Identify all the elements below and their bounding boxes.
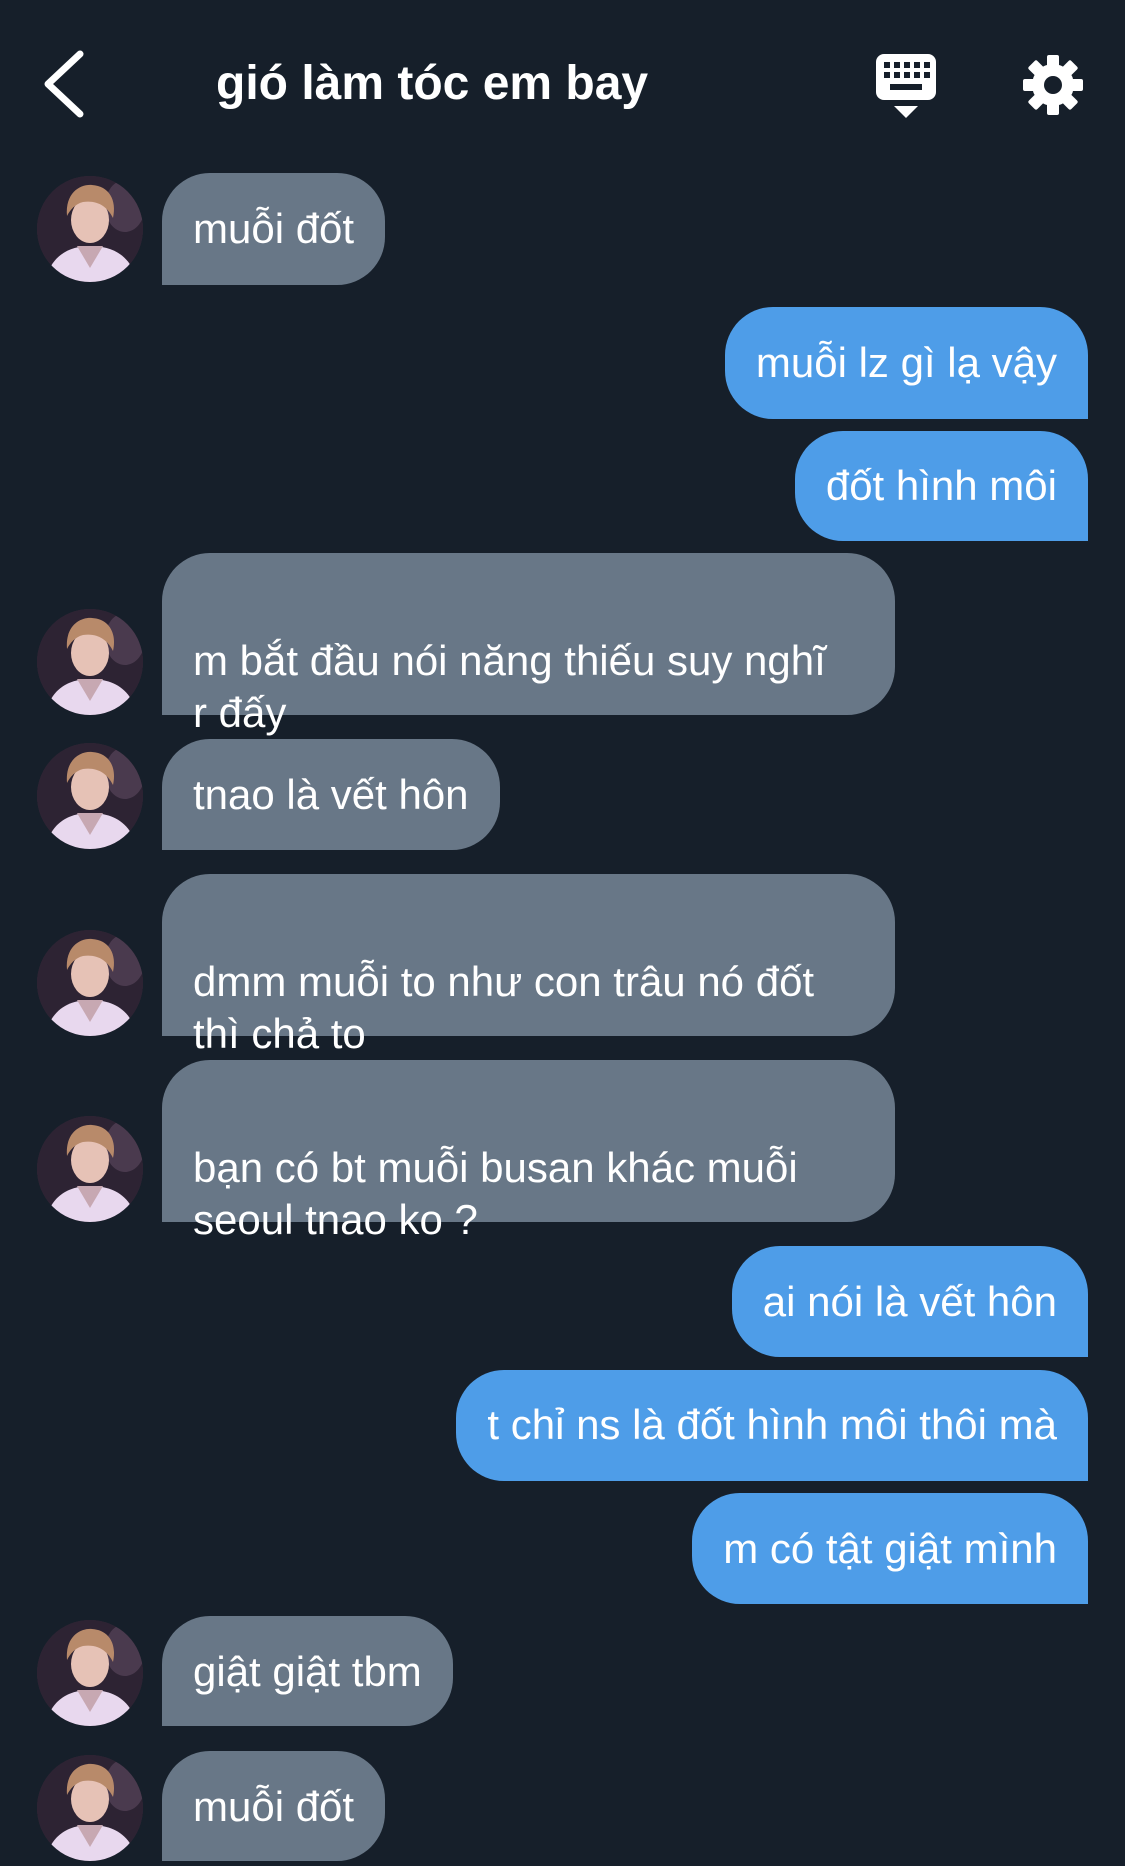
avatar-photo: [37, 1620, 143, 1726]
message-text: muỗi đốt: [193, 1783, 355, 1830]
avatar-photo: [37, 743, 143, 849]
avatar[interactable]: [37, 1620, 143, 1726]
message-bubble-incoming[interactable]: dmm muỗi to như con trâu nó đốt thì chả …: [162, 874, 895, 1057]
message-text: ai nói là vết hôn: [762, 1278, 1057, 1325]
keyboard-button[interactable]: [874, 52, 938, 120]
avatar-photo: [37, 930, 143, 1036]
message-bubble-outgoing[interactable]: muỗi lz gì lạ vậy: [724, 307, 1088, 419]
chat-title: gió làm tóc em bay: [216, 57, 649, 110]
keyboard-icon: [876, 54, 936, 118]
message-text: t chỉ ns là đốt hình môi thôi mà: [487, 1401, 1057, 1448]
avatar[interactable]: [37, 930, 143, 1036]
chevron-left-icon: [44, 50, 84, 118]
message-text: bạn có bt muỗi busan khác muỗi seoul tna…: [193, 1144, 798, 1243]
message-text: m bắt đầu nói năng thiếu suy nghĩ r đấy: [193, 637, 826, 736]
message-bubble-outgoing[interactable]: m có tật giật mình: [692, 1493, 1088, 1604]
message-text: giật giật tbm: [193, 1648, 422, 1695]
gear-icon: [1023, 55, 1083, 115]
message-bubble-incoming[interactable]: tnao là vết hôn: [162, 739, 500, 850]
message-bubble-outgoing[interactable]: ai nói là vết hôn: [731, 1246, 1088, 1357]
message-bubble-incoming[interactable]: muỗi đốt: [162, 173, 386, 285]
message-bubble-outgoing[interactable]: t chỉ ns là đốt hình môi thôi mà: [456, 1370, 1088, 1481]
avatar[interactable]: [37, 176, 143, 282]
avatar-photo: [37, 609, 143, 715]
message-bubble-incoming[interactable]: m bắt đầu nói năng thiếu suy nghĩ r đấy: [162, 553, 895, 736]
message-text: tnao là vết hôn: [193, 771, 469, 818]
chat-header: gió làm tóc em bay: [0, 0, 1125, 168]
avatar[interactable]: [37, 743, 143, 849]
message-bubble-outgoing[interactable]: đốt hình môi: [794, 431, 1088, 541]
message-text: m có tật giật mình: [723, 1525, 1057, 1572]
message-text: dmm muỗi to như con trâu nó đốt thì chả …: [193, 958, 815, 1057]
message-text: muỗi đốt: [193, 205, 355, 252]
message-bubble-incoming[interactable]: bạn có bt muỗi busan khác muỗi seoul tna…: [162, 1060, 895, 1243]
avatar-photo: [37, 1116, 143, 1222]
avatar-photo: [37, 1755, 143, 1861]
message-text: muỗi lz gì lạ vậy: [755, 339, 1057, 386]
message-text: đốt hình môi: [825, 462, 1057, 509]
avatar-photo: [37, 176, 143, 282]
avatar[interactable]: [37, 609, 143, 715]
message-bubble-incoming[interactable]: muỗi đốt: [162, 1751, 386, 1861]
settings-button[interactable]: [1022, 54, 1084, 116]
avatar[interactable]: [37, 1755, 143, 1861]
message-bubble-incoming[interactable]: giật giật tbm: [162, 1616, 453, 1726]
back-button[interactable]: [36, 44, 96, 124]
avatar[interactable]: [37, 1116, 143, 1222]
